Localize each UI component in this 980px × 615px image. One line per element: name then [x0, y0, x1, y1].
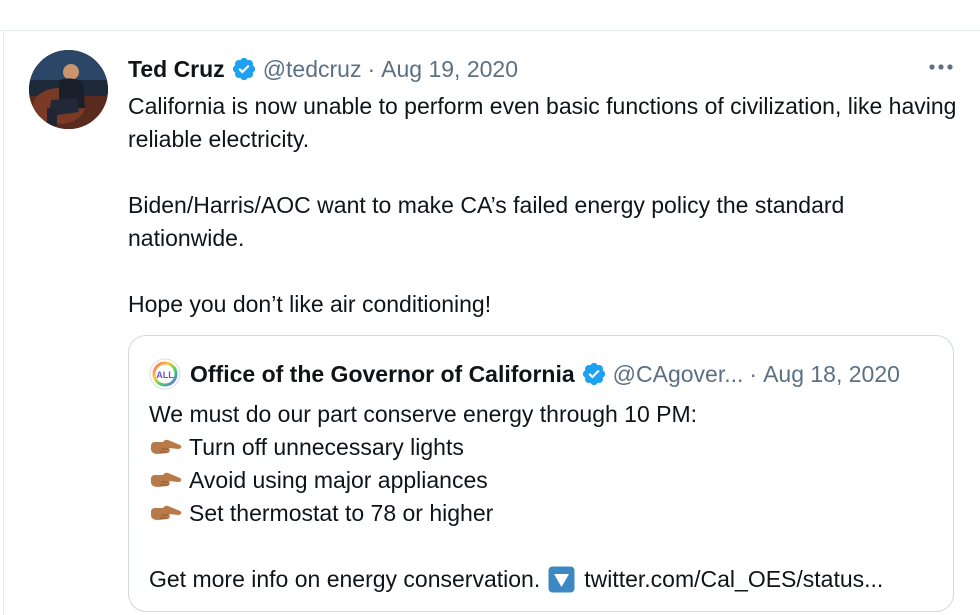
tweet-date[interactable]: Aug 19, 2020 [381, 56, 518, 83]
list-item-text: Turn off unnecessary lights [189, 434, 464, 460]
list-item-text: Avoid using major appliances [189, 467, 488, 493]
list-item-text: Set thermostat to 78 or higher [189, 500, 494, 526]
divider [3, 30, 4, 615]
footer-text: Get more info on energy conservation. [149, 566, 541, 592]
author-handle[interactable]: @tedcruz [263, 56, 362, 83]
tweet-header: Ted Cruz @tedcruz · Aug 19, 2020 [128, 53, 518, 85]
quoted-footer: Get more info on energy conservation. tw… [149, 563, 939, 596]
quoted-author-handle[interactable]: @CAgover... [613, 361, 744, 388]
tweet-paragraph: Hope you don’t like air conditioning! [128, 291, 492, 317]
list-item: Set thermostat to 78 or higher [149, 497, 939, 530]
list-item: Avoid using major appliances [149, 464, 939, 497]
down-arrow-button-icon [548, 566, 575, 593]
more-horizontal-icon[interactable] [926, 56, 956, 78]
backhand-index-pointing-right-icon [149, 502, 183, 526]
list-item: Turn off unnecessary lights [149, 431, 939, 464]
tweet-paragraph: California is now unable to perform even… [128, 93, 957, 152]
verified-badge-icon [231, 56, 257, 82]
quoted-tweet-date[interactable]: Aug 18, 2020 [763, 361, 900, 388]
verified-badge-icon [581, 361, 607, 387]
quoted-tweet-header: ALL Office of the Governor of California… [149, 358, 900, 390]
avatar[interactable] [29, 50, 108, 129]
quoted-tweet-text: We must do our part conserve energy thro… [149, 398, 939, 596]
quoted-avatar: ALL [149, 358, 181, 390]
footer-link[interactable]: twitter.com/Cal_OES/status... [584, 563, 883, 596]
quoted-intro: We must do our part conserve energy thro… [149, 401, 698, 427]
tweet-paragraph: Biden/Harris/AOC want to make CA’s faile… [128, 192, 845, 251]
backhand-index-pointing-right-icon [149, 469, 183, 493]
quoted-tweet-card[interactable]: ALL Office of the Governor of California… [128, 335, 954, 612]
quoted-author-name[interactable]: Office of the Governor of California [190, 361, 575, 388]
tweet-view: Ted Cruz @tedcruz · Aug 19, 2020 Califor… [0, 0, 980, 615]
separator-dot: · [367, 55, 376, 82]
backhand-index-pointing-right-icon [149, 436, 183, 460]
divider [0, 30, 980, 31]
author-name[interactable]: Ted Cruz [128, 56, 225, 83]
tweet-text: California is now unable to perform even… [128, 90, 958, 321]
svg-text:ALL: ALL [156, 370, 174, 380]
separator-dot: · [749, 360, 758, 387]
avatar-photo [29, 50, 108, 129]
